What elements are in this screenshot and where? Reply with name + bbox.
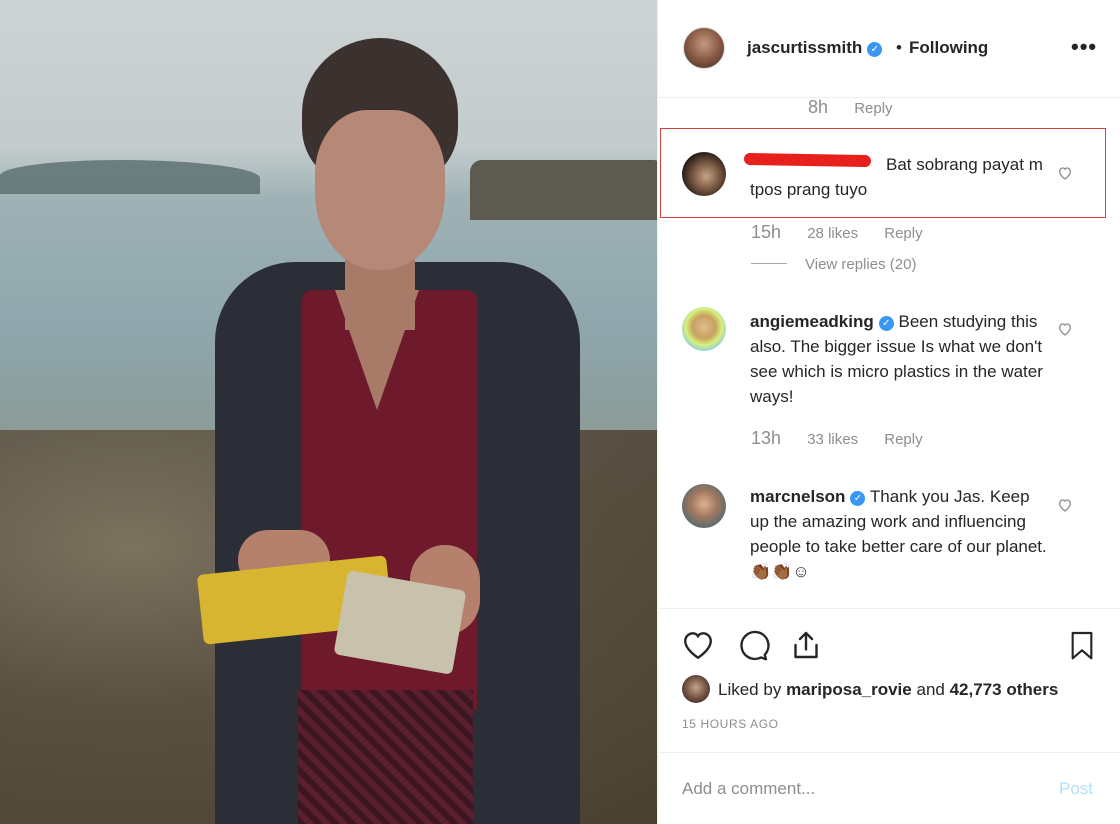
verified-badge-icon: ✓ <box>850 491 866 506</box>
view-replies-label[interactable]: View replies (20) <box>805 256 916 273</box>
reply-button[interactable]: Reply <box>884 225 922 242</box>
add-comment-bar: Post <box>658 752 1120 824</box>
commenter-username[interactable]: marcnelson <box>750 487 845 506</box>
photo-skirt <box>298 690 473 824</box>
save-bookmark-icon[interactable] <box>1066 627 1098 663</box>
commenter-avatar[interactable] <box>682 152 726 196</box>
view-replies-button[interactable]: View replies (20) <box>751 256 916 273</box>
liker-avatar[interactable] <box>682 675 710 703</box>
commenter-avatar[interactable] <box>682 307 726 351</box>
comment-likes[interactable]: 28 likes <box>807 225 858 242</box>
following-button[interactable]: Following <box>909 38 988 58</box>
comment-meta: 13h 33 likes Reply <box>751 428 945 449</box>
verified-badge-icon: ✓ <box>878 316 894 331</box>
liker-username[interactable]: mariposa_rovie <box>786 680 912 699</box>
photo-face <box>315 110 445 270</box>
like-comment-heart-icon[interactable] <box>1057 321 1073 337</box>
photo-mountain <box>0 160 260 194</box>
photo-rock <box>470 160 657 220</box>
comment-time[interactable]: 8h <box>808 97 828 117</box>
likes-count[interactable]: 42,773 others <box>950 680 1059 699</box>
reply-button[interactable]: Reply <box>884 431 922 448</box>
photo-neckline <box>335 290 419 410</box>
commenter-avatar[interactable] <box>682 484 726 528</box>
verified-badge-icon: ✓ <box>867 42 883 57</box>
like-comment-heart-icon[interactable] <box>1057 165 1073 181</box>
post-header: jascurtissmith ✓ • Following ••• <box>658 0 1120 98</box>
share-icon[interactable] <box>788 627 824 663</box>
divider-line <box>751 263 787 264</box>
comments-panel: jascurtissmith ✓ • Following ••• 8h Reply… <box>657 0 1120 824</box>
post-timestamp[interactable]: 15 HOURS AGO <box>682 717 779 731</box>
comment-body: marcnelson ✓ Thank you Jas. Keep up the a… <box>750 484 1050 584</box>
redaction-mark <box>743 152 872 168</box>
author-avatar[interactable] <box>683 27 725 69</box>
comment-bubble-icon[interactable] <box>734 627 770 663</box>
comment-body: angiemeadking ✓ Been studying this also. … <box>750 309 1050 409</box>
likes-summary: Liked by mariposa_rovie and 42,773 other… <box>682 675 1058 703</box>
post-photo <box>0 0 657 824</box>
post-comment-button[interactable]: Post <box>1059 779 1093 799</box>
like-heart-icon[interactable] <box>680 627 716 663</box>
author-username-row[interactable]: jascurtissmith ✓ <box>747 38 883 58</box>
comment-time[interactable]: 13h <box>751 428 781 448</box>
author-username[interactable]: jascurtissmith <box>747 38 862 57</box>
like-comment-heart-icon[interactable] <box>1057 497 1073 513</box>
comment-likes[interactable]: 33 likes <box>807 431 858 448</box>
comment-meta: 15h 28 likes Reply <box>751 222 945 243</box>
commenter-username[interactable]: angiemeadking <box>750 312 874 331</box>
comment-input[interactable] <box>682 775 1022 803</box>
comment-meta: 8h Reply <box>808 97 915 118</box>
more-options-icon[interactable]: ••• <box>1071 34 1097 60</box>
likes-prefix: Liked by <box>718 680 782 699</box>
comment-time[interactable]: 15h <box>751 222 781 242</box>
separator-dot: • <box>896 38 902 57</box>
likes-middle: and <box>916 680 945 699</box>
reply-button[interactable]: Reply <box>854 100 892 117</box>
